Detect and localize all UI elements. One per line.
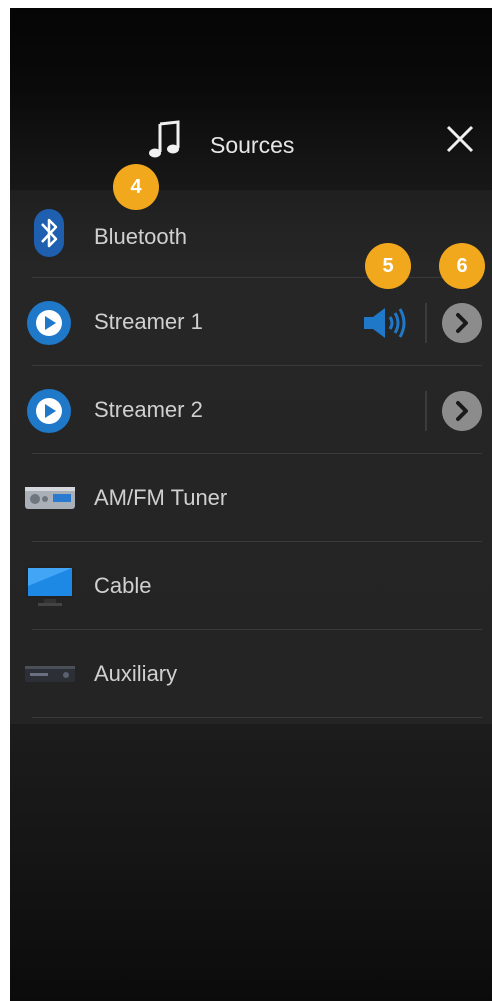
aux-device-icon bbox=[25, 666, 75, 682]
callout-badge: 6 bbox=[439, 243, 485, 289]
tv-icon bbox=[26, 566, 74, 606]
close-button[interactable] bbox=[442, 121, 478, 157]
streamer-icon bbox=[27, 301, 71, 345]
bluetooth-icon bbox=[34, 209, 64, 257]
divider bbox=[425, 303, 427, 343]
divider bbox=[425, 391, 427, 431]
source-label: Auxiliary bbox=[94, 661, 178, 686]
callout-badge: 4 bbox=[113, 164, 159, 210]
source-item-auxiliary[interactable]: Auxiliary bbox=[10, 630, 492, 718]
sources-screen: Sources Bluetooth Streamer 1 Streamer 2 … bbox=[10, 8, 492, 1001]
details-button[interactable] bbox=[442, 303, 482, 343]
source-label: Streamer 2 bbox=[94, 397, 203, 422]
source-list: Bluetooth Streamer 1 Streamer 2 AM/FM Tu… bbox=[10, 190, 492, 724]
source-item-streamer-2[interactable]: Streamer 2 bbox=[10, 366, 492, 454]
source-item-amfm-tuner[interactable]: AM/FM Tuner bbox=[10, 454, 492, 542]
source-item-cable[interactable]: Cable bbox=[10, 542, 492, 630]
streamer-icon bbox=[27, 389, 71, 433]
source-item-bluetooth[interactable]: Bluetooth bbox=[10, 190, 492, 278]
source-label: Cable bbox=[94, 573, 152, 598]
source-label: AM/FM Tuner bbox=[94, 485, 228, 510]
source-label: Streamer 1 bbox=[94, 309, 203, 334]
tuner-icon bbox=[25, 487, 75, 509]
speaker-volume-icon bbox=[364, 308, 406, 338]
source-item-streamer-1[interactable]: Streamer 1 bbox=[10, 278, 492, 366]
page-title: Sources bbox=[210, 132, 295, 158]
divider bbox=[32, 717, 482, 718]
music-note-icon bbox=[149, 120, 180, 158]
source-label: Bluetooth bbox=[94, 224, 187, 249]
callout-badge: 5 bbox=[365, 243, 411, 289]
details-button[interactable] bbox=[442, 391, 482, 431]
